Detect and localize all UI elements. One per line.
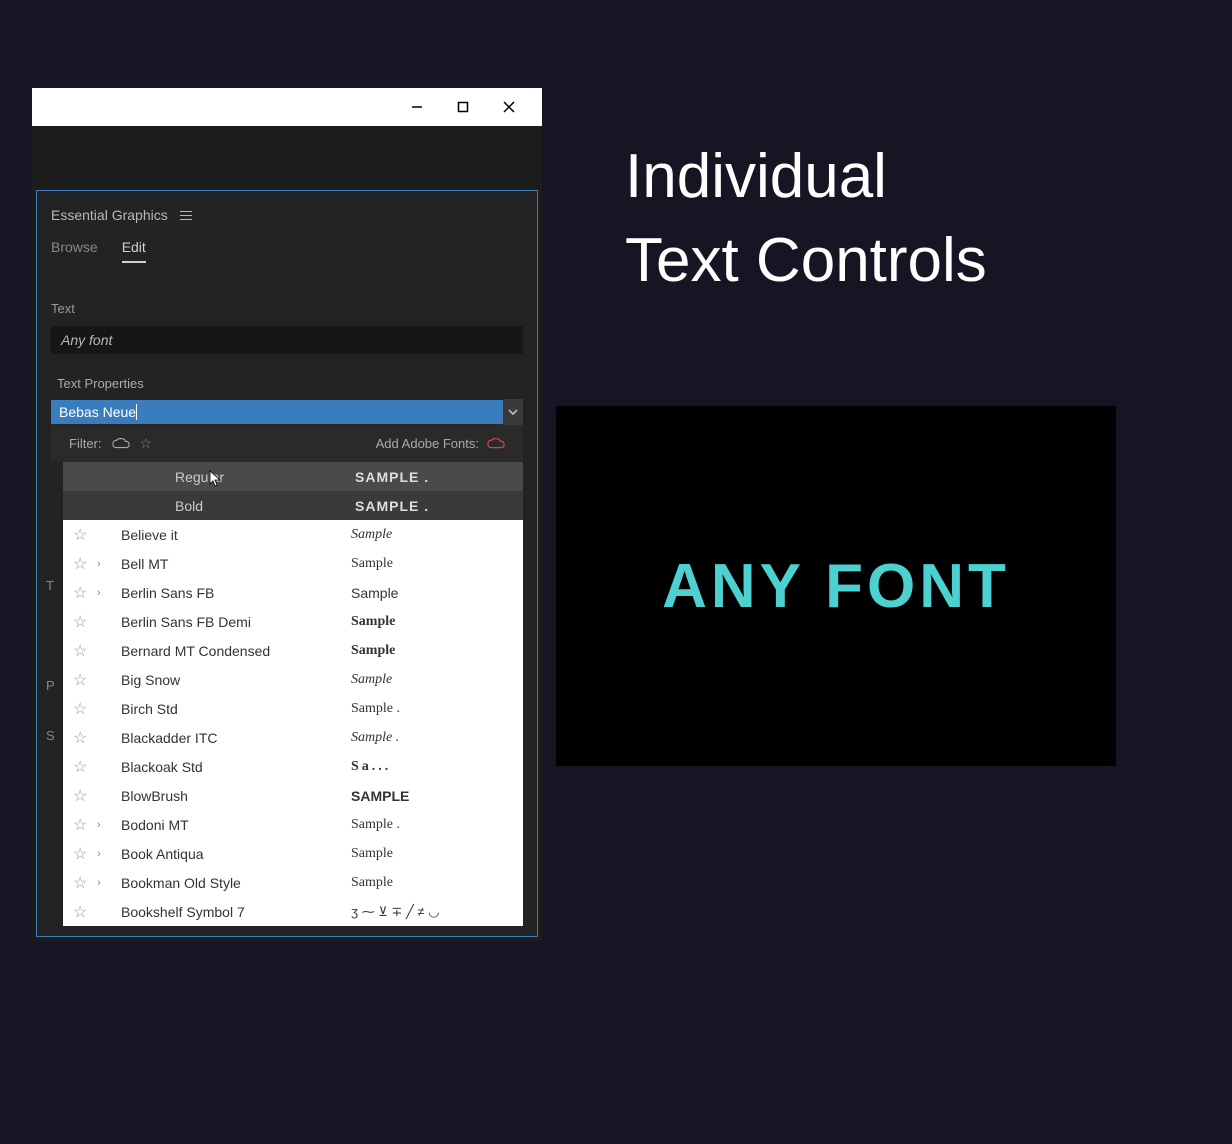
heading-line2: Text Controls: [625, 219, 987, 303]
font-filter-row: Filter: ☆ Add Adobe Fonts:: [51, 425, 523, 462]
text-section-label: Text: [37, 283, 537, 322]
font-name-label: Bodoni MT: [121, 817, 351, 833]
add-adobe-fonts-label: Add Adobe Fonts:: [376, 436, 479, 451]
font-sample-preview: Sample: [351, 875, 513, 891]
font-item[interactable]: ☆›Blackadder ITCSample .: [63, 723, 523, 752]
expand-chevron-icon[interactable]: ›: [97, 848, 121, 860]
favorite-star-icon[interactable]: ☆: [73, 670, 97, 690]
font-name-label: Bookshelf Symbol 7: [121, 904, 351, 920]
font-name-label: Birch Std: [121, 701, 351, 717]
mouse-cursor-icon: [209, 470, 223, 491]
text-properties-label: Text Properties: [37, 364, 537, 399]
page-heading: Individual Text Controls: [625, 135, 987, 302]
left-hint-t: T: [46, 578, 54, 593]
font-sample-preview: SAMPLE: [351, 788, 513, 804]
font-sample-preview: Sample: [351, 672, 513, 688]
font-sample-preview: Sample .: [351, 817, 513, 833]
font-item[interactable]: ☆›Bernard MT CondensedSample: [63, 636, 523, 665]
font-sample-preview: Sample: [351, 643, 513, 659]
font-sample-preview: Sa...: [351, 759, 513, 775]
heading-line1: Individual: [625, 135, 987, 219]
font-name-label: Bernard MT Condensed: [121, 643, 351, 659]
font-name-label: Berlin Sans FB Demi: [121, 614, 351, 630]
font-list[interactable]: ☆›Believe itSample☆›Bell MTSample☆›Berli…: [63, 520, 523, 926]
font-item[interactable]: ☆›Bookman Old StyleSample: [63, 868, 523, 897]
font-sample-preview: ʒ ⁓ ⊻ ∓ ╱ ≠ ◡: [351, 904, 513, 920]
font-item[interactable]: ☆›Believe itSample: [63, 520, 523, 549]
expand-chevron-icon[interactable]: ›: [97, 587, 121, 599]
font-item[interactable]: ☆›Birch StdSample .: [63, 694, 523, 723]
font-name-label: Believe it: [121, 527, 351, 543]
tab-browse[interactable]: Browse: [51, 239, 98, 263]
font-item[interactable]: ☆›Bodoni MTSample .: [63, 810, 523, 839]
font-sample-preview: Sample: [351, 527, 513, 543]
font-sample-preview: Sample: [351, 846, 513, 862]
favorite-star-icon[interactable]: ☆: [73, 699, 97, 719]
essential-graphics-panel: Essential Graphics Browse Edit Text Any …: [36, 190, 538, 937]
app-window: Essential Graphics Browse Edit Text Any …: [32, 88, 542, 941]
font-item[interactable]: ☆›Big SnowSample: [63, 665, 523, 694]
font-style-regular[interactable]: Regular SAMPLE .: [63, 462, 523, 491]
expand-chevron-icon[interactable]: ›: [97, 819, 121, 831]
font-sample-preview: Sample: [351, 614, 513, 630]
font-item[interactable]: ☆›Bookshelf Symbol 7ʒ ⁓ ⊻ ∓ ╱ ≠ ◡: [63, 897, 523, 926]
preview-text: ANY FONT: [662, 551, 1010, 622]
left-hint-s: S: [46, 728, 55, 743]
add-adobe-fonts-icon[interactable]: [487, 437, 505, 451]
font-item[interactable]: ☆›Blackoak StdSa...: [63, 752, 523, 781]
font-name-label: Big Snow: [121, 672, 351, 688]
font-item[interactable]: ☆›BlowBrushSAMPLE: [63, 781, 523, 810]
font-name-label: Blackoak Std: [121, 759, 351, 775]
font-sample-preview: Sample .: [351, 701, 513, 717]
favorite-star-icon[interactable]: ☆: [73, 554, 97, 574]
panel-menu-icon[interactable]: [180, 211, 192, 220]
font-sample-preview: Sample: [351, 556, 513, 572]
font-item[interactable]: ☆›Berlin Sans FB DemiSample: [63, 607, 523, 636]
favorite-star-icon[interactable]: ☆: [73, 757, 97, 777]
text-layer-name[interactable]: Any font: [51, 326, 523, 354]
font-name-label: Book Antiqua: [121, 846, 351, 862]
favorites-filter-icon[interactable]: ☆: [140, 435, 153, 452]
favorite-star-icon[interactable]: ☆: [73, 902, 97, 922]
favorite-star-icon[interactable]: ☆: [73, 525, 97, 545]
font-dropdown-toggle[interactable]: [503, 399, 523, 425]
font-name-label: Berlin Sans FB: [121, 585, 351, 601]
panel-title: Essential Graphics: [51, 207, 168, 223]
creative-cloud-filter-icon[interactable]: [112, 437, 130, 451]
favorite-star-icon[interactable]: ☆: [73, 844, 97, 864]
close-button[interactable]: [486, 92, 532, 122]
favorite-star-icon[interactable]: ☆: [73, 641, 97, 661]
favorite-star-icon[interactable]: ☆: [73, 815, 97, 835]
filter-label: Filter:: [69, 436, 102, 451]
font-family-input[interactable]: Bebas Neue: [51, 400, 503, 424]
favorite-star-icon[interactable]: ☆: [73, 873, 97, 893]
favorite-star-icon[interactable]: ☆: [73, 583, 97, 603]
font-item[interactable]: ☆›Bell MTSample: [63, 549, 523, 578]
font-name-label: Bell MT: [121, 556, 351, 572]
titlebar: [32, 88, 542, 126]
left-hint-p: P: [46, 678, 55, 693]
favorite-star-icon[interactable]: ☆: [73, 728, 97, 748]
font-name-label: BlowBrush: [121, 788, 351, 804]
minimize-button[interactable]: [394, 92, 440, 122]
font-name-label: Bookman Old Style: [121, 875, 351, 891]
font-sample-preview: Sample: [351, 585, 513, 601]
favorite-star-icon[interactable]: ☆: [73, 786, 97, 806]
tab-edit[interactable]: Edit: [122, 239, 146, 263]
preview-viewport: ANY FONT: [556, 406, 1116, 766]
favorite-star-icon[interactable]: ☆: [73, 612, 97, 632]
font-name-label: Blackadder ITC: [121, 730, 351, 746]
maximize-button[interactable]: [440, 92, 486, 122]
font-style-bold[interactable]: Bold SAMPLE .: [63, 491, 523, 520]
expand-chevron-icon[interactable]: ›: [97, 558, 121, 570]
font-dropdown: Regular SAMPLE . Bold SAMPLE . ☆›Believe…: [63, 462, 523, 926]
font-item[interactable]: ☆›Berlin Sans FBSample: [63, 578, 523, 607]
font-item[interactable]: ☆›Book AntiquaSample: [63, 839, 523, 868]
font-sample-preview: Sample .: [351, 730, 513, 746]
expand-chevron-icon[interactable]: ›: [97, 877, 121, 889]
